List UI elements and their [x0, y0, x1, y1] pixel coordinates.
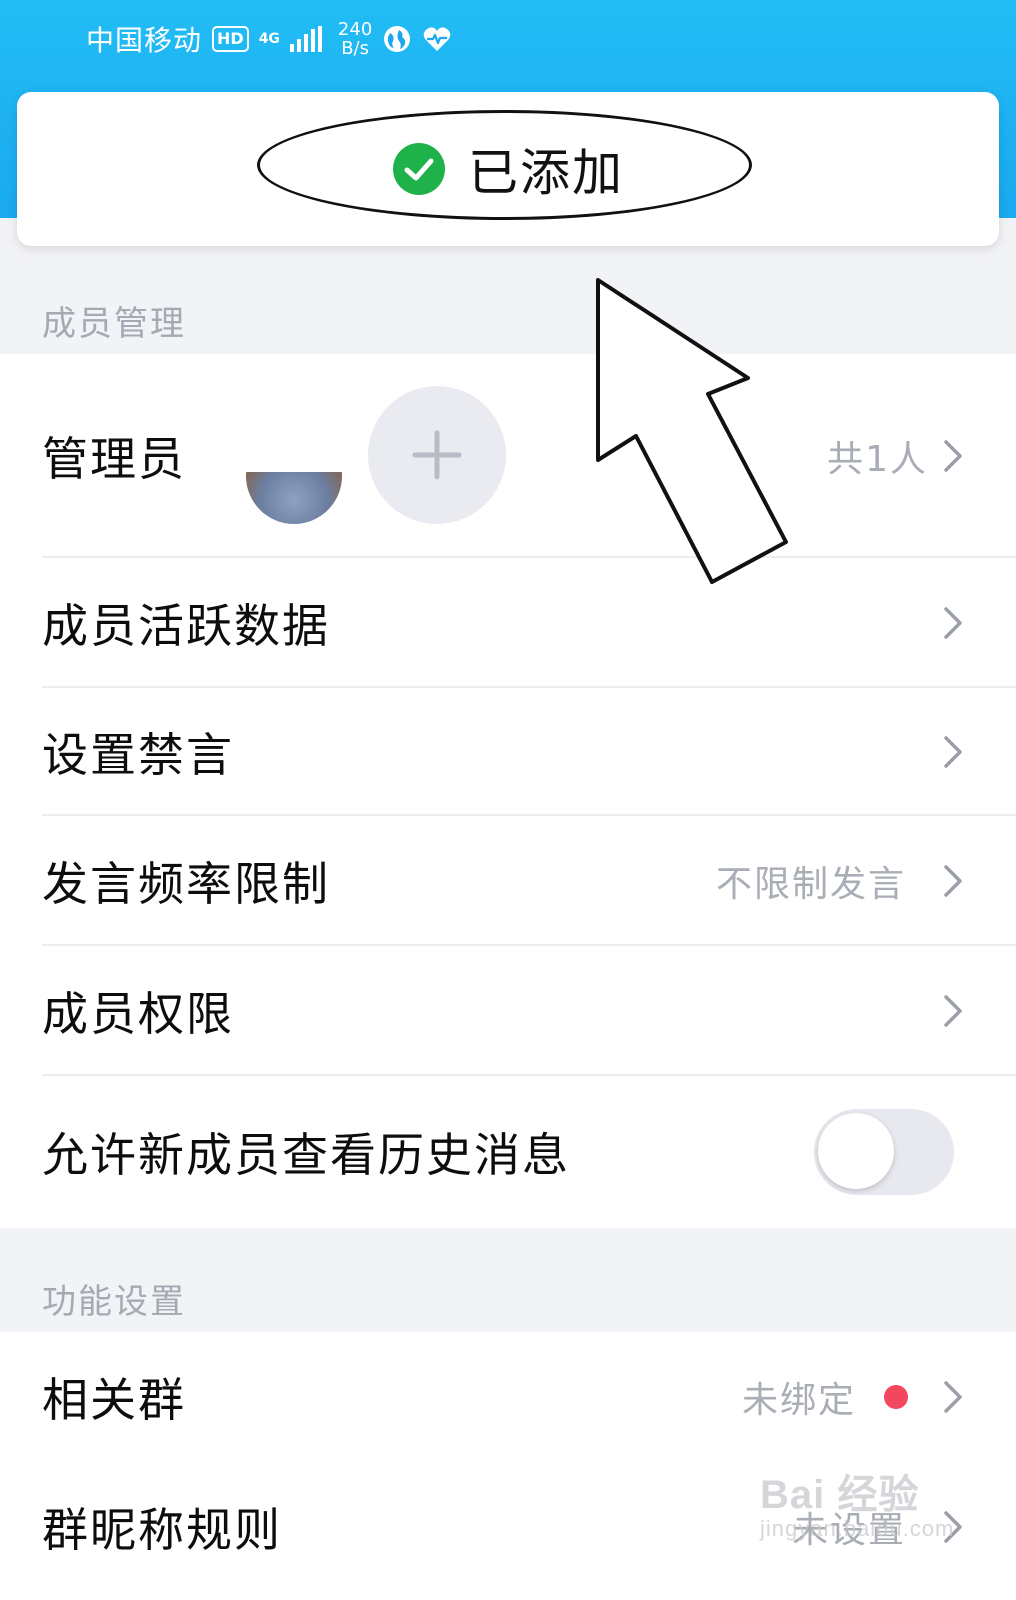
row-member-permissions[interactable]: 成员权限 — [0, 946, 1016, 1076]
notification-dot — [884, 1385, 908, 1409]
chevron-right-icon — [944, 607, 962, 639]
added-toast: 已添加 — [17, 92, 999, 246]
toast-text: 已添加 — [468, 144, 624, 202]
network-type: 4G — [258, 31, 280, 47]
speed-value: 240 — [337, 19, 373, 40]
health-heart-icon — [424, 27, 451, 51]
frequency-limit-value: 不限制发言 — [715, 864, 906, 905]
pointer-arrow-annotation — [596, 278, 788, 584]
chevron-right-icon — [944, 736, 962, 768]
row-mute-settings[interactable]: 设置禁言 — [0, 688, 1016, 816]
row-title-administrators: 管理员 — [42, 432, 186, 486]
row-title-member-activity: 成员活跃数据 — [42, 599, 330, 653]
row-title-related-groups: 相关群 — [42, 1373, 186, 1427]
plus-icon — [412, 430, 462, 480]
row-title-member-permissions: 成员权限 — [42, 987, 234, 1041]
history-messages-toggle[interactable] — [814, 1109, 954, 1195]
chevron-right-icon — [944, 865, 962, 897]
row-related-groups[interactable]: 相关群 未绑定 — [0, 1332, 1016, 1462]
watermark-brand: Bai 经验 — [760, 1473, 920, 1517]
row-member-activity[interactable]: 成员活跃数据 — [0, 558, 1016, 688]
row-message-frequency-limit[interactable]: 发言频率限制 不限制发言 — [0, 816, 1016, 946]
watermark-url: jingyan.baidu.com — [760, 1516, 955, 1541]
signal-icon — [289, 26, 322, 52]
related-groups-value: 未绑定 — [741, 1380, 856, 1421]
add-admin-button[interactable] — [368, 386, 506, 524]
row-history-messages: 允许新成员查看历史消息 — [0, 1076, 1016, 1228]
baidu-watermark: Bai 经验 jingyan.baidu.com — [760, 1462, 954, 1542]
check-circle-icon — [393, 143, 445, 195]
toggle-knob — [818, 1113, 894, 1189]
chevron-right-icon — [944, 995, 962, 1027]
network-speed: 240 B/s — [338, 20, 372, 58]
status-bar: 中国移动 HD 4G 240 B/s — [86, 14, 452, 64]
row-title-nickname-rules: 群昵称规则 — [42, 1503, 282, 1557]
row-title-message-frequency-limit: 发言频率限制 — [42, 857, 330, 911]
section-label-features: 功能设置 — [42, 1282, 186, 1322]
row-administrators[interactable]: 管理员 共1人 — [0, 354, 1016, 558]
row-title-history-messages: 允许新成员查看历史消息 — [42, 1128, 570, 1182]
chevron-right-icon — [944, 1381, 962, 1413]
browser-globe-icon — [384, 26, 411, 52]
member-management-list: 管理员 共1人 成员活跃数据 设置禁言 发言频率限制 不限制发言 成员权限 允许… — [0, 354, 1016, 1228]
admin-avatar[interactable] — [246, 472, 342, 524]
chevron-right-icon — [944, 440, 962, 472]
speed-unit: B/s — [341, 38, 369, 59]
row-title-mute-settings: 设置禁言 — [42, 728, 234, 782]
carrier-name: 中国移动 — [86, 24, 203, 57]
hd-badge: HD — [212, 26, 249, 52]
section-label-members: 成员管理 — [42, 304, 186, 344]
admin-count: 共1人 — [827, 439, 928, 480]
